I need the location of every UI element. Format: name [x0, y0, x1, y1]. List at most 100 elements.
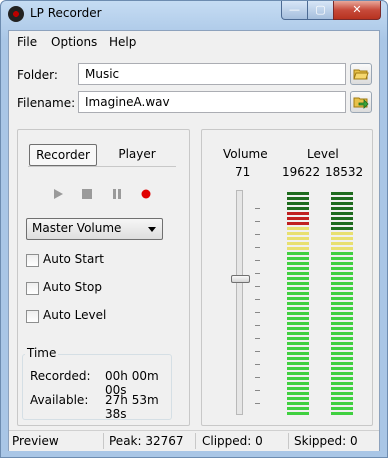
menu-options[interactable]: Options: [51, 35, 97, 49]
meter-segment: [331, 382, 353, 385]
scale-tick: [255, 325, 260, 326]
meter-segment: [331, 387, 353, 390]
tab-player[interactable]: Player: [104, 144, 170, 166]
meter-segment: [287, 197, 309, 200]
meter-segment: [287, 352, 309, 355]
scale-tick: [255, 221, 260, 222]
meter-segment: [331, 232, 353, 235]
meter-segment: [331, 277, 353, 280]
scale-tick: [255, 377, 260, 378]
meter-segment: [287, 317, 309, 320]
open-folder-icon: [353, 69, 369, 80]
scale-tick: [255, 260, 260, 261]
close-button[interactable]: ✕: [333, 1, 381, 20]
filename-input[interactable]: ImagineA.wav: [78, 91, 346, 113]
menu-help[interactable]: Help: [109, 35, 136, 49]
scale-tick: [255, 234, 260, 235]
meter-segment: [287, 337, 309, 340]
chevron-down-icon: [148, 227, 156, 232]
folder-label: Folder:: [17, 68, 58, 82]
meter-segment: [287, 322, 309, 325]
volume-slider-thumb[interactable]: [231, 275, 250, 283]
record-icon[interactable]: [137, 185, 155, 203]
meter-segment: [287, 277, 309, 280]
meter-segment: [331, 247, 353, 250]
browse-folder-button[interactable]: [350, 63, 372, 85]
meter-segment: [287, 262, 309, 265]
app-window: LP Recorder — ▢ ✕ File Options Help Fold…: [0, 0, 388, 458]
meter-segment: [331, 372, 353, 375]
level-left-value: 19622: [282, 165, 321, 179]
meter-segment: [331, 407, 353, 410]
meter-segment: [331, 297, 353, 300]
meter-segment: [287, 402, 309, 405]
meter-segment: [287, 192, 309, 195]
meter-segment: [287, 377, 309, 380]
client-area: File Options Help Folder: Music Filename…: [8, 30, 380, 451]
menu-file[interactable]: File: [17, 35, 37, 49]
scale-tick: [255, 247, 260, 248]
meter-segment: [287, 357, 309, 360]
meter-segment: [287, 307, 309, 310]
meter-segment: [331, 317, 353, 320]
meter-segment: [331, 202, 353, 205]
meter-segment: [287, 232, 309, 235]
meter-segment: [287, 287, 309, 290]
pause-icon[interactable]: [108, 185, 126, 203]
menu-bar: File Options Help: [9, 31, 379, 53]
folder-input[interactable]: Music: [78, 63, 346, 85]
meter-segment: [331, 207, 353, 210]
status-separator: [103, 433, 104, 449]
volume-slider-track[interactable]: [236, 190, 243, 415]
recorder-panel: Recorder Player Master Volume Auto Start: [17, 129, 190, 426]
window-title: LP Recorder: [30, 6, 102, 20]
meter-segment: [287, 202, 309, 205]
auto-level-checkbox[interactable]: [26, 310, 39, 323]
available-label: Available:: [30, 393, 89, 407]
source-select[interactable]: Master Volume: [26, 218, 163, 240]
auto-stop-label[interactable]: Auto Stop: [43, 280, 102, 294]
tab-recorder[interactable]: Recorder: [29, 144, 97, 166]
maximize-button[interactable]: ▢: [307, 1, 334, 20]
meter-segment: [287, 332, 309, 335]
meter-segment: [331, 337, 353, 340]
scale-tick: [255, 351, 260, 352]
meter-segment: [287, 217, 309, 220]
status-peak: Peak: 32767: [109, 434, 184, 448]
meter-segment: [331, 292, 353, 295]
auto-start-checkbox[interactable]: [26, 254, 39, 267]
meter-segment: [287, 392, 309, 395]
browse-file-button[interactable]: [350, 91, 372, 113]
meter-segment: [287, 272, 309, 275]
status-separator: [195, 433, 196, 449]
meter-segment: [287, 222, 309, 225]
meter-segment: [287, 412, 309, 415]
meter-segment: [331, 302, 353, 305]
stop-icon[interactable]: [78, 185, 96, 203]
meter-segment: [331, 322, 353, 325]
meter-segment: [331, 367, 353, 370]
meter-segment: [331, 192, 353, 195]
meter-segment: [331, 227, 353, 230]
auto-stop-checkbox[interactable]: [26, 282, 39, 295]
meter-segment: [287, 227, 309, 230]
meter-segment: [287, 207, 309, 210]
meter-segment: [287, 372, 309, 375]
meter-segment: [331, 307, 353, 310]
meter-segment: [287, 257, 309, 260]
auto-start-label[interactable]: Auto Start: [43, 252, 104, 266]
play-icon[interactable]: [49, 185, 67, 203]
meter-segment: [331, 217, 353, 220]
meter-segment: [287, 302, 309, 305]
meter-segment: [287, 247, 309, 250]
meter-segment: [287, 242, 309, 245]
meter-segment: [331, 402, 353, 405]
auto-level-label[interactable]: Auto Level: [43, 308, 106, 322]
title-bar[interactable]: LP Recorder — ▢ ✕: [1, 1, 387, 27]
scale-tick: [255, 312, 260, 313]
minimize-button[interactable]: —: [281, 1, 308, 20]
meter-segment: [331, 197, 353, 200]
meter-segment: [287, 397, 309, 400]
meter-segment: [287, 282, 309, 285]
meter-segment: [331, 397, 353, 400]
